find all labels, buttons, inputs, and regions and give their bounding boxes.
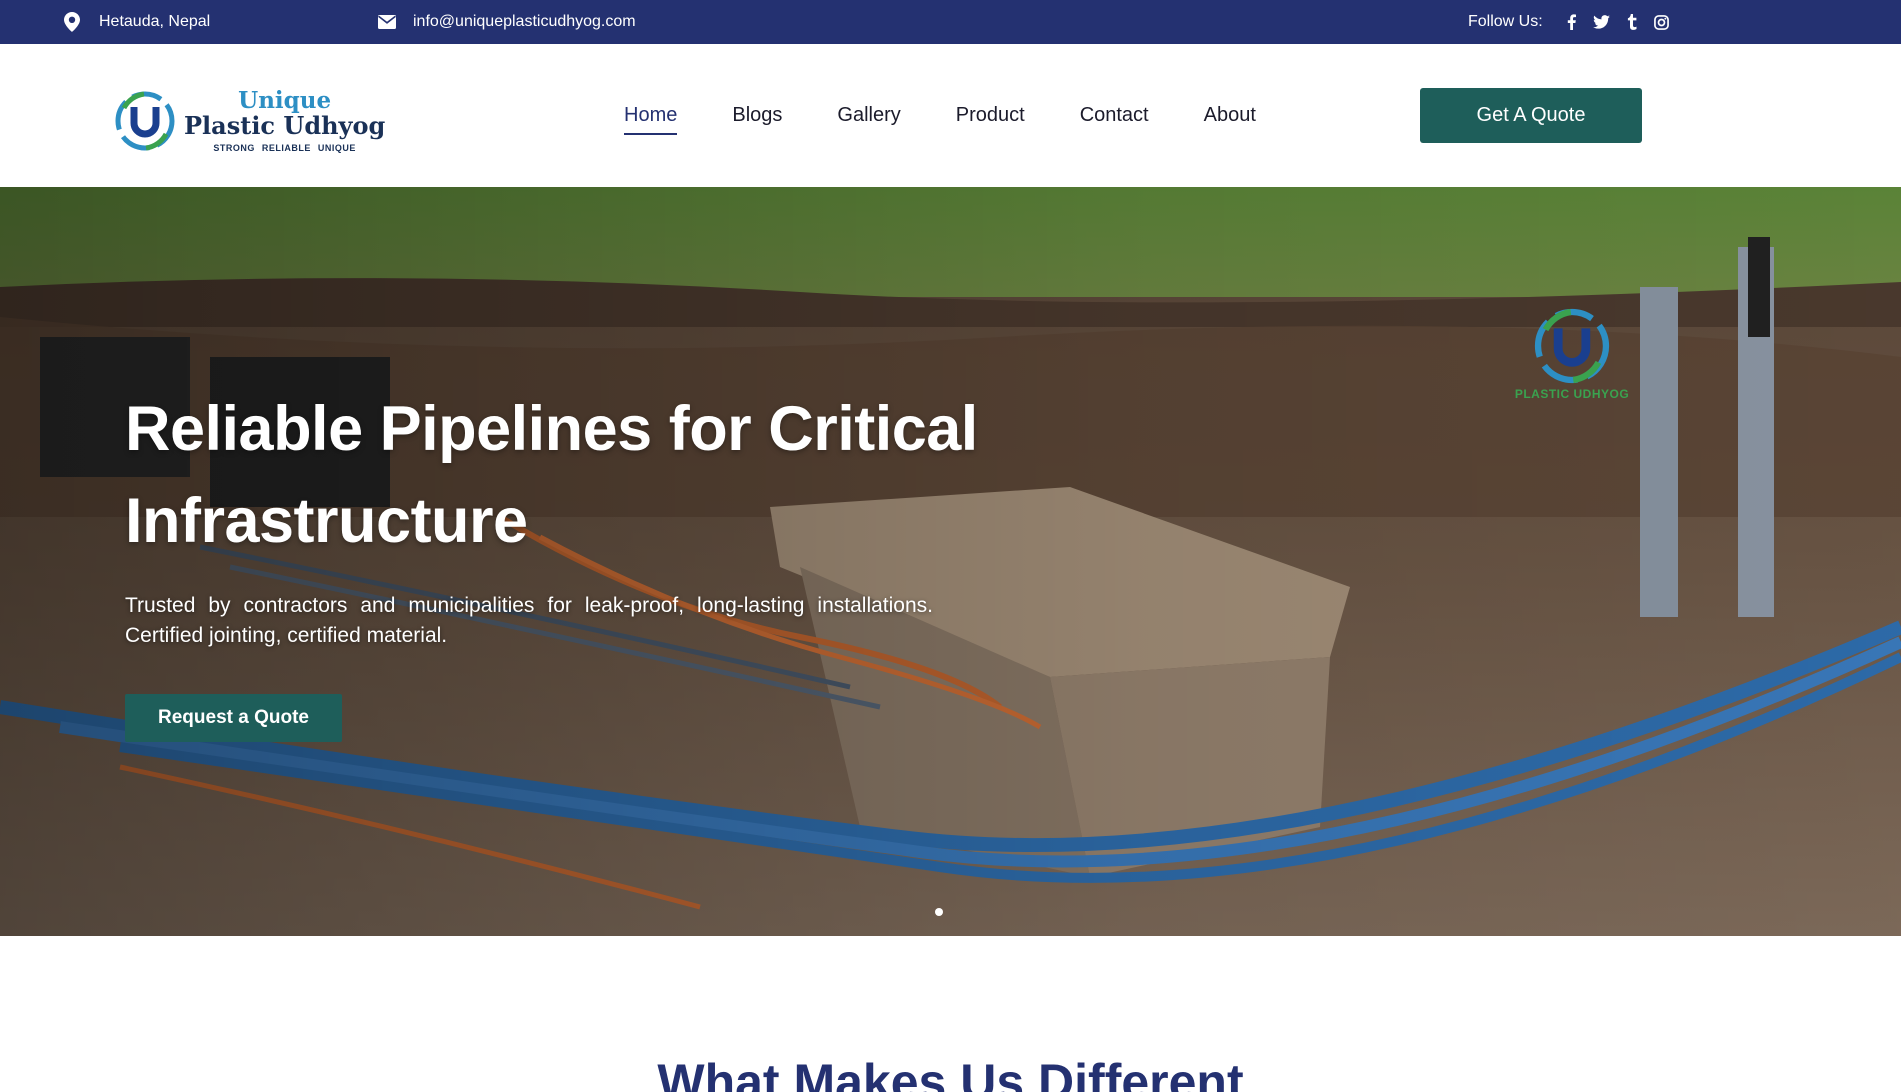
- location-info: Hetauda, Nepal: [64, 0, 210, 44]
- logo-line1: Unique: [238, 87, 332, 114]
- logo-emblem-icon: [115, 91, 175, 151]
- nav-about[interactable]: About: [1204, 104, 1256, 127]
- nav-gallery[interactable]: Gallery: [837, 104, 900, 127]
- facebook-icon[interactable]: [1557, 0, 1587, 44]
- logo-line2: Plastic Udhyog: [184, 111, 386, 140]
- hero-brand-badge: PLASTIC UDHYOG: [1510, 307, 1634, 401]
- nav-home[interactable]: Home: [624, 104, 678, 135]
- logo-tagline: STRONG RELIABLE UNIQUE: [213, 143, 356, 153]
- envelope-icon: [378, 15, 396, 29]
- nav-product[interactable]: Product: [956, 104, 1025, 127]
- tumblr-icon[interactable]: [1617, 0, 1647, 44]
- hero-badge-text: PLASTIC UDHYOG: [1514, 387, 1630, 401]
- instagram-icon[interactable]: [1647, 0, 1677, 44]
- location-pin-icon: [64, 12, 80, 32]
- section-heading: What Makes Us Different: [657, 1054, 1244, 1092]
- request-quote-button[interactable]: Request a Quote: [125, 694, 342, 742]
- main-nav: Home Blogs Gallery Product Contact About: [624, 44, 1311, 187]
- location-text: Hetauda, Nepal: [99, 13, 211, 30]
- hero-title: Reliable Pipelines for Critical Infrastr…: [125, 394, 978, 556]
- top-contact-bar: Hetauda, Nepal info@uniqueplasticudhyog.…: [0, 0, 1901, 44]
- social-links: Follow Us:: [1468, 0, 1677, 44]
- follow-label: Follow Us:: [1468, 13, 1543, 30]
- email-link[interactable]: info@uniqueplasticudhyog.com: [413, 13, 636, 31]
- email-info[interactable]: info@uniqueplasticudhyog.com: [378, 0, 636, 44]
- hero-logo-emblem-icon: [1534, 308, 1610, 384]
- site-header: Unique Plastic Udhyog STRONG RELIABLE UN…: [0, 44, 1901, 187]
- hero-subtitle: Trusted by contractors and municipalitie…: [125, 594, 933, 647]
- get-a-quote-button[interactable]: Get A Quote: [1420, 88, 1642, 143]
- twitter-icon[interactable]: [1587, 0, 1617, 44]
- site-logo[interactable]: Unique Plastic Udhyog STRONG RELIABLE UN…: [114, 88, 385, 154]
- nav-blogs[interactable]: Blogs: [732, 104, 782, 127]
- hero-slider: PLASTIC UDHYOG Reliable Pipelines for Cr…: [0, 187, 1901, 936]
- nav-contact[interactable]: Contact: [1080, 104, 1149, 127]
- logo-wordmark: Unique Plastic Udhyog STRONG RELIABLE UN…: [184, 89, 385, 153]
- slider-dot-1[interactable]: [935, 908, 943, 916]
